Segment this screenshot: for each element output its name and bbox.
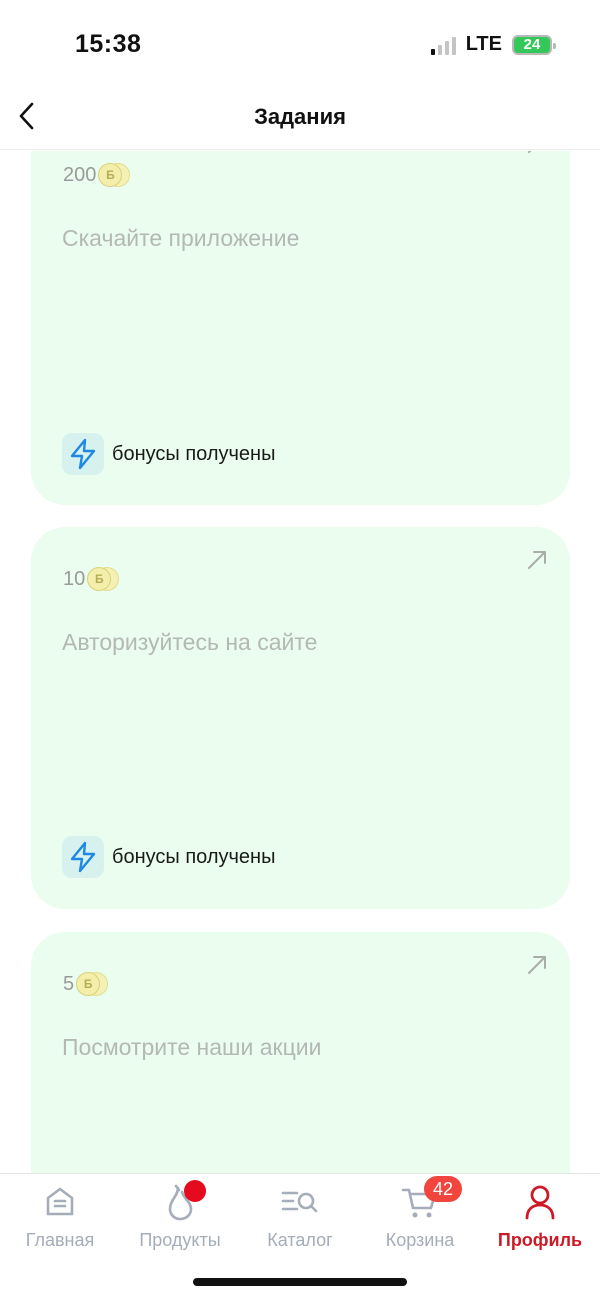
bolt-icon [62, 433, 104, 475]
points-value: 10 [63, 567, 86, 590]
task-card[interactable]: 5 Б Посмотрите наши акции [31, 932, 570, 1173]
task-points: 5 Б [63, 972, 110, 996]
tab-label: Главная [25, 1230, 95, 1250]
catalog-search-icon [280, 1182, 320, 1222]
points-value: 5 [63, 972, 75, 995]
task-card[interactable]: 10 Б Авторизуйтесь на сайте бонусы получ… [31, 527, 570, 909]
coin-icon: Б [98, 163, 132, 187]
tab-label: Продукты [139, 1230, 221, 1250]
status-indicators: LTE 24 [430, 33, 556, 56]
pear-icon [160, 1180, 206, 1222]
arrow-up-right-icon[interactable] [526, 954, 548, 976]
tab-label: Профиль [497, 1230, 583, 1250]
task-title: Посмотрите наши акции [62, 1034, 322, 1060]
status-text: бонусы получены [112, 845, 276, 868]
tab-catalog[interactable]: Каталог [240, 1182, 360, 1262]
task-status: бонусы получены [62, 836, 275, 878]
status-text: бонусы получены [112, 442, 276, 465]
tasks-list[interactable]: 200 Б Скачайте приложение бонусы получен… [0, 151, 600, 1173]
task-points: 10 Б [63, 567, 121, 591]
task-points: 200 Б [63, 163, 132, 187]
notification-dot [184, 1180, 206, 1202]
task-title: Скачайте приложение [62, 225, 300, 251]
profile-icon [520, 1182, 560, 1222]
task-card[interactable]: 200 Б Скачайте приложение бонусы получен… [31, 151, 570, 505]
arrow-up-right-icon[interactable] [526, 549, 548, 571]
tab-home[interactable]: Главная [0, 1182, 120, 1262]
tab-cart[interactable]: 42 Корзина [360, 1176, 480, 1262]
coin-icon: Б [76, 972, 110, 996]
arrow-up-right-icon[interactable] [526, 151, 548, 155]
home-indicator[interactable] [193, 1278, 407, 1286]
points-value: 200 [63, 163, 97, 186]
coin-icon: Б [87, 567, 121, 591]
battery-icon: 24 [512, 34, 556, 55]
tab-profile[interactable]: Профиль [480, 1182, 600, 1262]
nav-bar: Задания [0, 88, 600, 150]
signal-icon [430, 35, 456, 55]
tab-products[interactable]: Продукты [120, 1180, 240, 1262]
page-title: Задания [254, 104, 346, 129]
bolt-icon [62, 836, 104, 878]
cart-icon: 42 [400, 1176, 462, 1222]
battery-level: 24 [523, 36, 541, 53]
cart-badge: 42 [424, 1176, 462, 1202]
status-bar: 15:38 LTE 24 [0, 0, 600, 88]
task-title: Авторизуйтесь на сайте [62, 629, 318, 655]
tab-label: Каталог [267, 1230, 333, 1250]
home-icon [40, 1182, 80, 1222]
task-status: бонусы получены [62, 433, 275, 475]
network-label: LTE [465, 33, 502, 55]
status-time: 15:38 [75, 30, 142, 58]
tab-label: Корзина [385, 1230, 455, 1250]
